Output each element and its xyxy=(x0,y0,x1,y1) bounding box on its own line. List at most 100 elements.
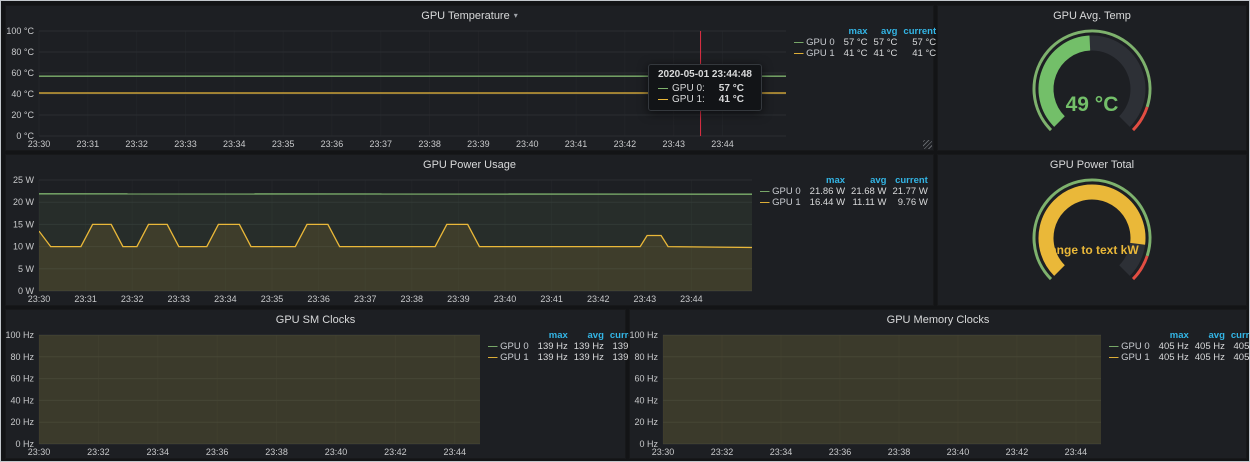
legend-value: 11.11 W xyxy=(848,197,889,208)
svg-text:5 W: 5 W xyxy=(18,264,35,274)
legend-row: — GPU 021.86 W21.68 W21.77 W xyxy=(757,186,931,197)
svg-text:23:34: 23:34 xyxy=(214,294,237,304)
legend-value: 139 Hz xyxy=(535,341,571,352)
legend-row: — GPU 1139 Hz139 Hz139 Hz xyxy=(485,352,646,363)
legend-series-name[interactable]: — GPU 0 xyxy=(757,186,807,197)
svg-text:23:42: 23:42 xyxy=(1006,447,1029,457)
gpu-sm-clocks-legend: maxavgcurrent— GPU 0139 Hz139 Hz139 Hz— … xyxy=(485,329,625,458)
svg-text:23:38: 23:38 xyxy=(888,447,911,457)
gpu-power-total-gauge: range to text kW xyxy=(938,174,1246,305)
panel-header-gpu-power-total[interactable]: GPU Power Total xyxy=(938,155,1246,174)
legend-col-header[interactable]: avg xyxy=(1192,330,1228,341)
legend-value: 57 °C xyxy=(871,37,901,48)
svg-text:20 Hz: 20 Hz xyxy=(634,417,658,427)
svg-text:23:34: 23:34 xyxy=(770,447,793,457)
svg-text:80 Hz: 80 Hz xyxy=(634,352,658,362)
panel-header-gpu-power-usage[interactable]: GPU Power Usage xyxy=(6,155,933,174)
svg-text:23:36: 23:36 xyxy=(321,139,344,149)
legend-col-header[interactable]: avg xyxy=(848,175,889,186)
legend-series-name[interactable]: — GPU 1 xyxy=(1106,352,1156,363)
series-color-dash: — xyxy=(794,48,804,59)
gpu-power-usage-chart[interactable]: 23:3023:3123:3223:3323:3423:3523:3623:37… xyxy=(6,174,757,305)
svg-text:49 °C: 49 °C xyxy=(1066,93,1119,116)
legend-row: — GPU 0405 Hz405 Hz405 Hz xyxy=(1106,341,1250,352)
svg-text:40 °C: 40 °C xyxy=(11,89,34,99)
svg-text:100 Hz: 100 Hz xyxy=(630,330,658,340)
svg-text:23:34: 23:34 xyxy=(223,139,246,149)
tooltip-row: — GPU 0: 57 °C xyxy=(658,83,752,94)
svg-text:23:35: 23:35 xyxy=(272,139,295,149)
series-color-dash: — xyxy=(1109,352,1119,363)
legend-value: 405 Hz xyxy=(1228,352,1250,363)
svg-text:20 °C: 20 °C xyxy=(11,110,34,120)
svg-text:23:43: 23:43 xyxy=(634,294,657,304)
legend-value: 21.68 W xyxy=(848,186,889,197)
svg-text:23:39: 23:39 xyxy=(467,139,490,149)
legend-series-name[interactable]: — GPU 0 xyxy=(1106,341,1156,352)
legend-col-header[interactable]: avg xyxy=(571,330,607,341)
svg-text:range to text kW: range to text kW xyxy=(1045,243,1139,257)
svg-text:23:38: 23:38 xyxy=(401,294,424,304)
legend-series-name[interactable]: — GPU 0 xyxy=(485,341,535,352)
gpu-power-total-svg: range to text kW xyxy=(938,174,1246,305)
panel-gpu-power-total: GPU Power Total range to text kW xyxy=(937,154,1247,306)
panel-header-gpu-sm-clocks[interactable]: GPU SM Clocks xyxy=(6,310,625,329)
gpu-sm-clocks-chart[interactable]: 23:3023:3223:3423:3623:3823:4023:4223:44… xyxy=(6,329,485,458)
legend-value: 405 Hz xyxy=(1228,341,1250,352)
legend-series-name[interactable]: — GPU 0 xyxy=(791,37,841,48)
legend-series-name[interactable]: — GPU 1 xyxy=(485,352,535,363)
svg-text:23:39: 23:39 xyxy=(447,294,470,304)
legend-row: — GPU 1405 Hz405 Hz405 Hz xyxy=(1106,352,1250,363)
legend-value: 139 Hz xyxy=(571,352,607,363)
legend-col-header[interactable]: avg xyxy=(871,26,901,37)
panel-title: GPU Memory Clocks xyxy=(887,314,990,326)
panel-header-gpu-temperature[interactable]: GPU Temperature ▾ xyxy=(6,6,933,25)
svg-text:60 °C: 60 °C xyxy=(11,68,34,78)
legend-col-header[interactable]: current xyxy=(889,175,930,186)
panel-title: GPU Power Total xyxy=(1050,159,1134,171)
svg-text:20 W: 20 W xyxy=(13,197,35,207)
svg-text:23:40: 23:40 xyxy=(516,139,539,149)
legend-col-header[interactable]: current xyxy=(1228,330,1250,341)
panel-title: GPU Avg. Temp xyxy=(1053,10,1131,22)
panel-header-gpu-memory-clocks[interactable]: GPU Memory Clocks xyxy=(630,310,1246,329)
svg-text:23:40: 23:40 xyxy=(494,294,517,304)
svg-text:10 W: 10 W xyxy=(13,242,35,252)
legend-row: — GPU 057 °C57 °C57 °C xyxy=(791,37,939,48)
svg-text:23:31: 23:31 xyxy=(74,294,97,304)
tooltip-series-value: 57 °C xyxy=(719,83,744,94)
svg-text:23:42: 23:42 xyxy=(587,294,610,304)
legend-col-header[interactable]: max xyxy=(535,330,571,341)
legend-row: — GPU 141 °C41 °C41 °C xyxy=(791,48,939,59)
legend-col-header[interactable]: max xyxy=(841,26,871,37)
legend-series-name[interactable]: — GPU 1 xyxy=(791,48,841,59)
svg-text:23:44: 23:44 xyxy=(680,294,703,304)
svg-text:23:36: 23:36 xyxy=(307,294,330,304)
legend-col-header[interactable]: current xyxy=(900,26,939,37)
svg-text:23:31: 23:31 xyxy=(77,139,100,149)
svg-text:0 Hz: 0 Hz xyxy=(15,439,34,449)
series-color-dash: — xyxy=(658,83,668,94)
svg-text:23:32: 23:32 xyxy=(121,294,144,304)
svg-text:40 Hz: 40 Hz xyxy=(10,395,34,405)
tooltip-time: 2020-05-01 23:44:48 xyxy=(658,69,752,80)
series-color-dash: — xyxy=(488,341,498,352)
svg-text:23:38: 23:38 xyxy=(265,447,288,457)
panel-header-gpu-avg-temp[interactable]: GPU Avg. Temp xyxy=(938,6,1246,25)
legend-value: 9.76 W xyxy=(889,197,930,208)
legend-col-header[interactable]: max xyxy=(807,175,848,186)
legend-col-header[interactable]: max xyxy=(1156,330,1192,341)
svg-text:80 °C: 80 °C xyxy=(11,47,34,57)
tooltip-row: — GPU 1: 41 °C xyxy=(658,94,752,105)
legend-series-name[interactable]: — GPU 1 xyxy=(757,197,807,208)
gpu-sm-clocks-svg: 23:3023:3223:3423:3623:3823:4023:4223:44… xyxy=(6,329,485,458)
svg-text:23:38: 23:38 xyxy=(418,139,441,149)
panel-title: GPU SM Clocks xyxy=(276,314,355,326)
legend-value: 16.44 W xyxy=(807,197,848,208)
chevron-down-icon[interactable]: ▾ xyxy=(514,12,518,20)
panel-resize-handle[interactable] xyxy=(923,140,932,149)
legend-value: 21.77 W xyxy=(889,186,930,197)
series-color-dash: — xyxy=(760,197,770,208)
panel-gpu-power-usage: GPU Power Usage 23:3023:3123:3223:3323:3… xyxy=(5,154,934,306)
gpu-memory-clocks-chart[interactable]: 23:3023:3223:3423:3623:3823:4023:4223:44… xyxy=(630,329,1106,458)
